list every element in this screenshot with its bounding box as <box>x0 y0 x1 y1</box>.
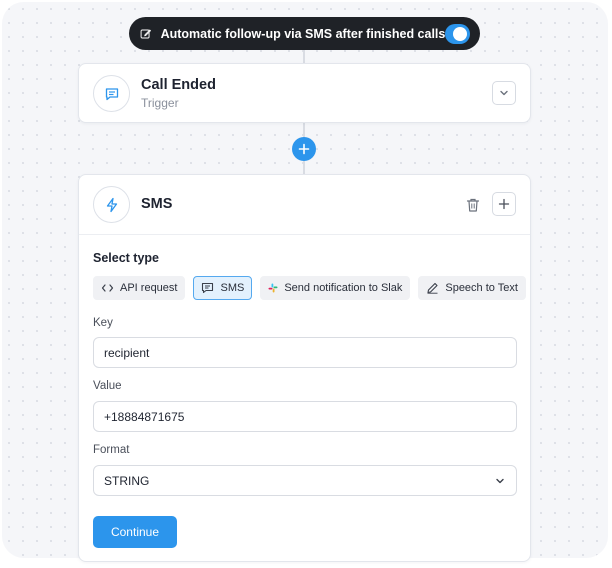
delete-button[interactable] <box>463 195 483 215</box>
card-divider <box>79 234 530 235</box>
automation-toggle[interactable] <box>445 23 470 44</box>
trigger-subtitle: Trigger <box>141 96 179 110</box>
key-value: recipient <box>104 345 150 360</box>
chip-label: Speech to Text <box>445 282 518 294</box>
action-icon-circle <box>93 186 130 223</box>
trash-icon <box>466 198 480 212</box>
trigger-title: Call Ended <box>141 77 216 93</box>
format-select[interactable]: STRING <box>93 465 517 496</box>
pen-icon <box>427 282 438 294</box>
plus-icon <box>498 198 510 210</box>
chip-label: API request <box>120 282 178 294</box>
key-input[interactable]: recipient <box>93 337 517 368</box>
chevron-down-icon <box>496 478 504 483</box>
format-label: Format <box>93 444 130 456</box>
value-input[interactable]: +18884871675 <box>93 401 517 432</box>
message-icon <box>105 87 118 100</box>
continue-button[interactable]: Continue <box>93 516 177 548</box>
value-label: Value <box>93 380 122 392</box>
chip-slack-notification[interactable]: Send notification to Slak <box>260 276 411 300</box>
value-value: +18884871675 <box>104 409 185 424</box>
chip-label: Send notification to Slak <box>284 282 403 294</box>
format-value: STRING <box>104 473 150 488</box>
sms-title: SMS <box>141 196 173 212</box>
chip-label: SMS <box>220 282 245 294</box>
select-type-label: Select type <box>93 251 160 265</box>
edit-icon <box>140 29 151 38</box>
message-icon <box>202 282 214 294</box>
chip-speech-to-text[interactable]: Speech to Text <box>418 276 526 300</box>
chevron-down-icon <box>500 90 508 96</box>
sms-card: SMS Select type API request SMS Send not… <box>78 174 531 562</box>
add-button[interactable] <box>492 192 516 216</box>
slack-icon <box>268 283 278 293</box>
trigger-card[interactable]: Call Ended Trigger <box>78 63 531 123</box>
type-chips: API request SMS Send notification to Sla… <box>93 276 526 300</box>
connector-line <box>303 50 305 63</box>
trigger-icon-circle <box>93 75 130 112</box>
plus-icon <box>298 143 310 155</box>
code-icon <box>101 284 114 292</box>
chip-sms[interactable]: SMS <box>193 276 253 300</box>
automation-banner: Automatic follow-up via SMS after finish… <box>129 17 480 50</box>
add-step-button[interactable] <box>292 137 316 161</box>
banner-label: Automatic follow-up via SMS after finish… <box>160 26 446 41</box>
lightning-icon <box>106 197 117 212</box>
key-label: Key <box>93 317 113 329</box>
chip-api-request[interactable]: API request <box>93 276 186 300</box>
toggle-knob <box>453 26 467 41</box>
expand-button[interactable] <box>492 81 516 105</box>
